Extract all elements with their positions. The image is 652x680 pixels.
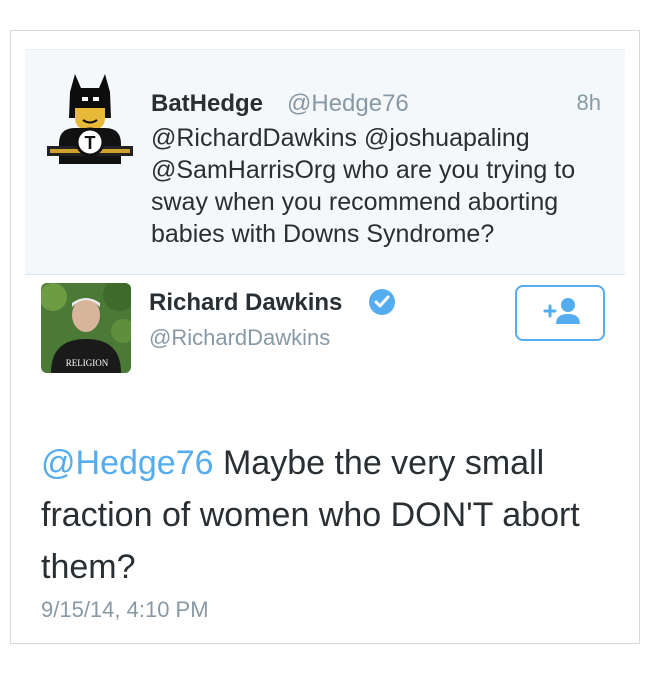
main-author-name[interactable]: Richard Dawkins — [149, 289, 342, 317]
follow-plus-user-icon — [537, 296, 583, 331]
verified-badge-icon — [367, 287, 397, 317]
batman-lego-avatar-icon[interactable]: T — [45, 74, 135, 164]
reply-timestamp[interactable]: 8h — [577, 90, 601, 116]
reply-author-name[interactable]: BatHedge — [151, 90, 263, 118]
main-tweet-text: @Hedge76 Maybe the very small fraction o… — [41, 437, 601, 593]
svg-text:T: T — [85, 133, 96, 153]
mention-link[interactable]: @Hedge76 — [41, 444, 214, 482]
reply-tweet[interactable]: T BatHedge @Hedge76 8h @RichardDawkins @… — [25, 49, 625, 275]
reply-tweet-text: @RichardDawkins @joshuapaling @SamHarris… — [151, 124, 576, 248]
tweet-screenshot-frame: T BatHedge @Hedge76 8h @RichardDawkins @… — [10, 30, 640, 644]
main-tweet: RELIGION Richard Dawkins @RichardDawkins… — [25, 277, 625, 637]
main-author-handle[interactable]: @RichardDawkins — [149, 325, 330, 351]
richard-dawkins-avatar-icon[interactable]: RELIGION — [41, 283, 131, 373]
main-tweet-date[interactable]: 9/15/14, 4:10 PM — [41, 597, 209, 623]
avatar-shirt-text: RELIGION — [66, 358, 109, 368]
reply-author-handle[interactable]: @Hedge76 — [287, 90, 409, 118]
follow-button[interactable] — [515, 285, 605, 341]
